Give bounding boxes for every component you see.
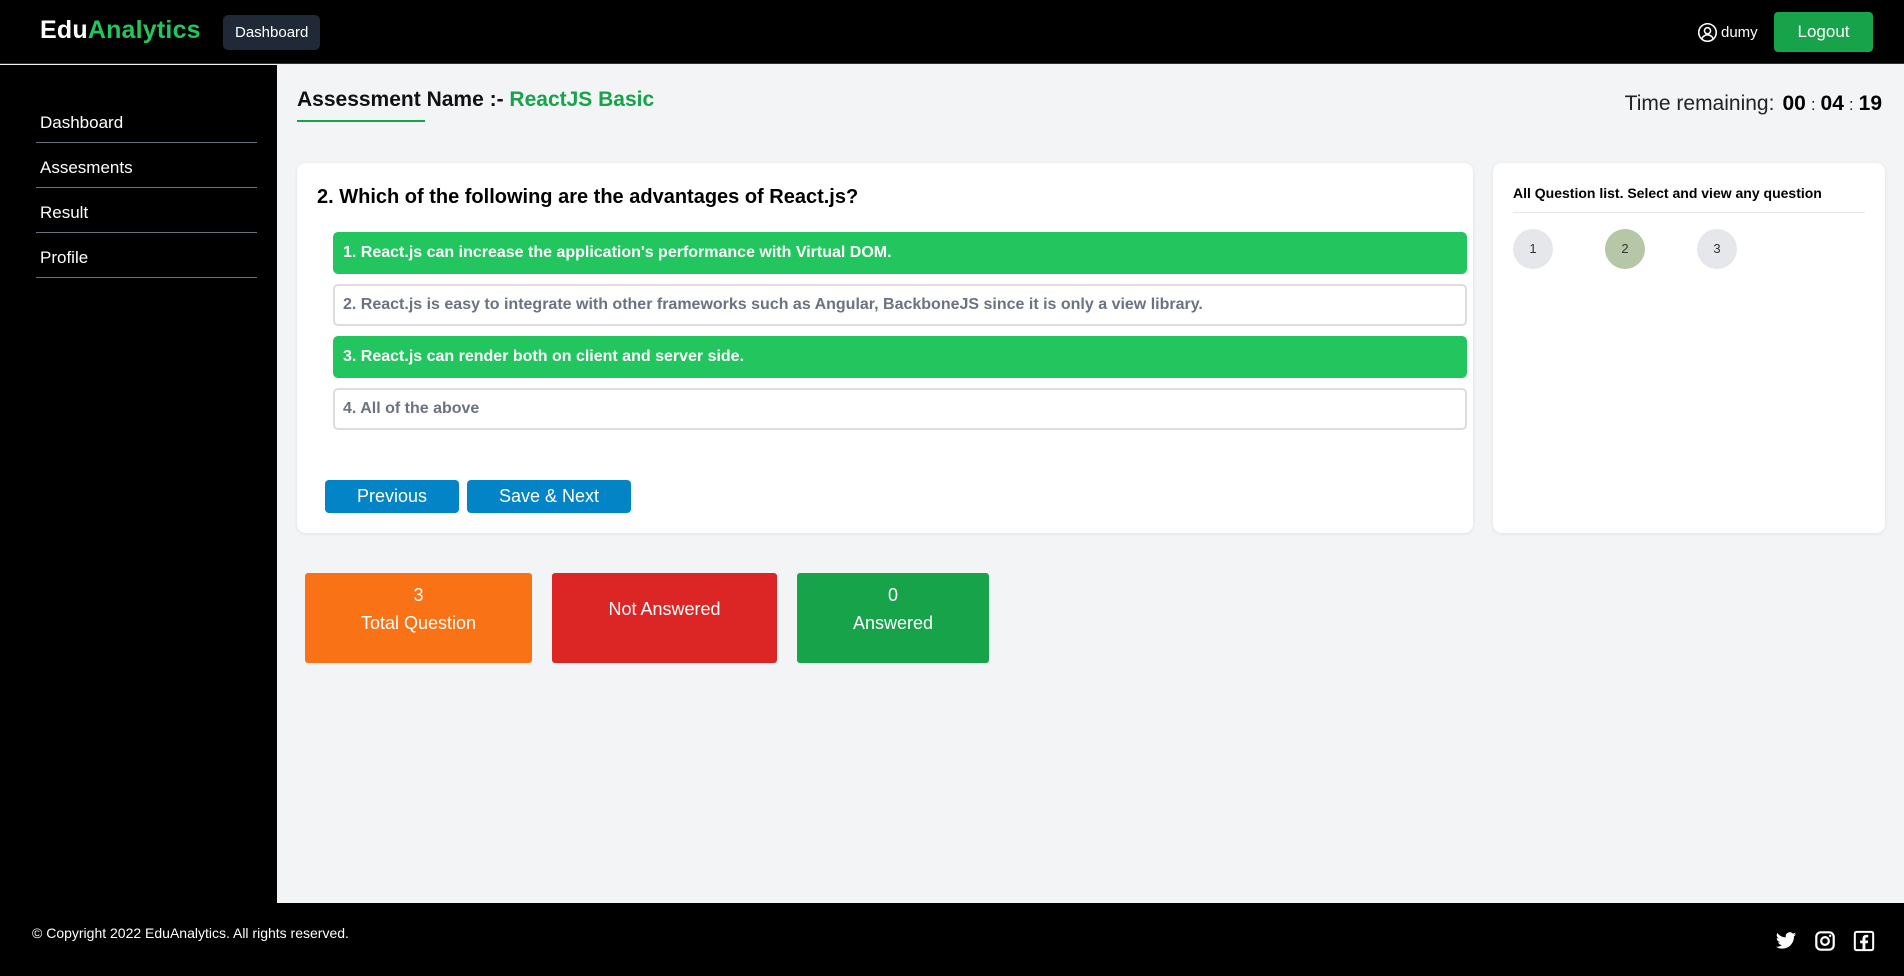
dashboard-nav-button[interactable]: Dashboard (223, 15, 321, 50)
assessment-name: ReactJS Basic (509, 88, 655, 111)
timer-label: Time remaining: (1624, 92, 1775, 115)
timer-separator: : (1848, 95, 1854, 114)
question-number-button-current[interactable]: 2 (1605, 229, 1645, 269)
sidebar-item-assesments[interactable]: Assesments (36, 154, 257, 188)
total-question-card: 3 Total Question (305, 573, 532, 663)
save-next-button[interactable]: Save & Next (467, 480, 631, 513)
assessment-title: Assessment Name :- ReactJS Basic (297, 88, 654, 112)
title-underline (297, 120, 425, 122)
question-list-panel: All Question list. Select and view any q… (1493, 163, 1885, 533)
question-card: 2. Which of the following are the advant… (297, 163, 1473, 533)
instagram-icon[interactable] (1814, 930, 1836, 952)
brand-text-edu: Edu (40, 16, 88, 44)
timer-hours: 00 (1782, 92, 1806, 115)
sidebar-item-profile[interactable]: Profile (36, 244, 257, 278)
timer-separator: : (1810, 95, 1816, 114)
total-question-label: Total Question (360, 613, 477, 633)
brand-text-analytics: Analytics (87, 16, 201, 44)
question-text: 2. Which of the following are the advant… (317, 186, 859, 208)
answer-option[interactable]: 3. React.js can render both on client an… (333, 336, 1467, 378)
twitter-icon[interactable] (1775, 930, 1797, 952)
question-number-button[interactable]: 1 (1513, 229, 1553, 269)
user-menu[interactable]: dumy (1697, 20, 1758, 44)
copyright-text: © Copyright 2022 EduAnalytics. All right… (32, 925, 349, 941)
not-answered-card: Not Answered (552, 573, 777, 663)
assessment-label: Assessment Name :- (297, 88, 510, 111)
sidebar-item-dashboard[interactable]: Dashboard (36, 109, 257, 143)
user-circle-icon (1697, 22, 1718, 42)
answered-label: Answered (852, 613, 934, 633)
answer-option[interactable]: 2. React.js is easy to integrate with ot… (333, 284, 1467, 326)
timer-seconds: 19 (1858, 92, 1882, 115)
question-number-button[interactable]: 3 (1697, 229, 1737, 269)
question-list-title: All Question list. Select and view any q… (1513, 185, 1822, 201)
timer-minutes: 04 (1820, 92, 1844, 115)
answered-count: 0 (887, 585, 898, 605)
total-question-count: 3 (413, 585, 424, 605)
sidebar-item-result[interactable]: Result (36, 199, 257, 233)
sidebar: Dashboard Assesments Result Profile (0, 65, 277, 903)
footer: © Copyright 2022 EduAnalytics. All right… (0, 903, 1904, 976)
not-answered-label: Not Answered (608, 599, 721, 619)
answer-option[interactable]: 4. All of the above (333, 388, 1467, 430)
answered-card: 0 Answered (797, 573, 989, 663)
top-navbar: EduAnalytics Dashboard dumy Logout (0, 0, 1904, 64)
previous-button[interactable]: Previous (325, 480, 459, 513)
answer-option[interactable]: 1. React.js can increase the application… (333, 232, 1467, 274)
brand-logo[interactable]: EduAnalytics (40, 16, 201, 45)
time-remaining: Time remaining: 00 : 04 : 19 (1625, 92, 1882, 116)
facebook-icon[interactable] (1853, 930, 1875, 952)
logout-button[interactable]: Logout (1774, 12, 1873, 52)
username-label: dumy (1721, 23, 1758, 41)
divider (1513, 212, 1865, 213)
